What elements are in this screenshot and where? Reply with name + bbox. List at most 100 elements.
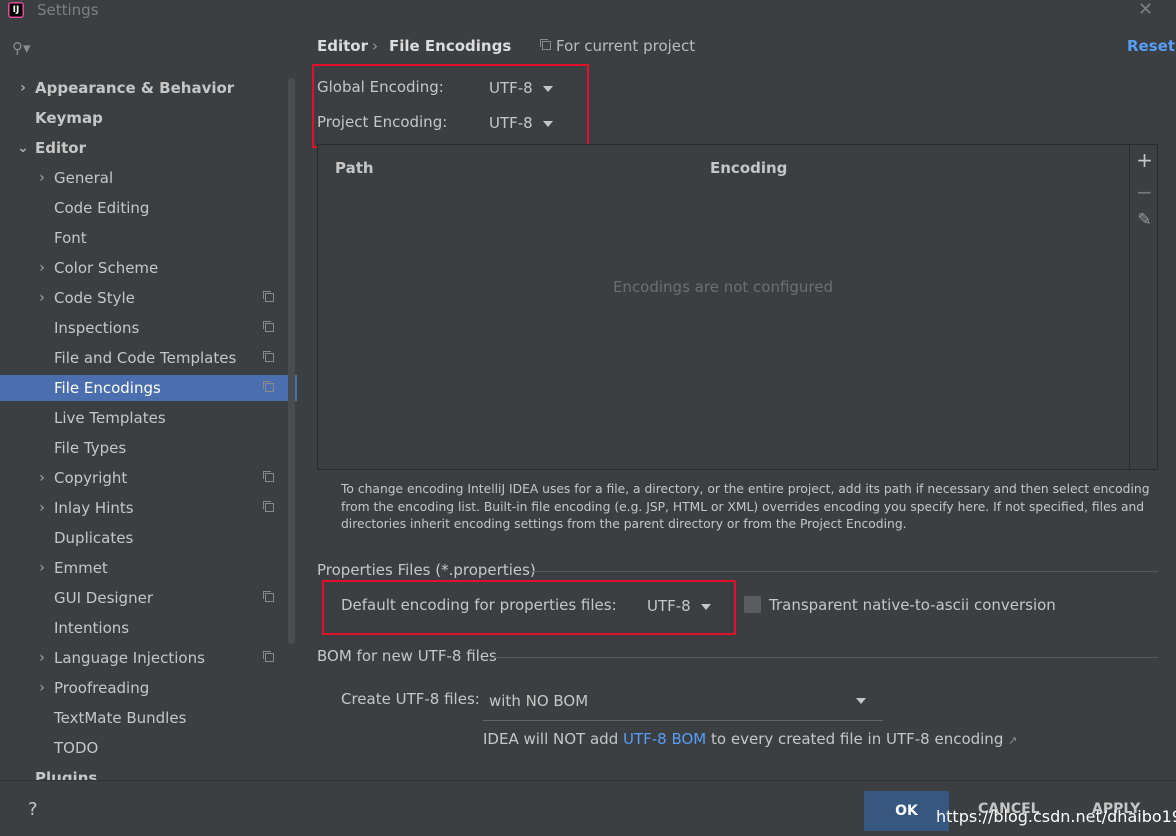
encoding-help-text: To change encoding IntelliJ IDEA uses fo… bbox=[341, 482, 1150, 531]
chevron-down-icon bbox=[700, 603, 711, 610]
title-bar: IJ Settings ✕ bbox=[0, 0, 1176, 22]
sidebar-item-intentions[interactable]: Intentions bbox=[0, 615, 297, 641]
project-encoding-dropdown[interactable]: UTF-8 bbox=[489, 114, 553, 132]
sidebar-item-file-types[interactable]: File Types bbox=[0, 435, 297, 461]
sidebar-item-plugins[interactable]: Plugins bbox=[0, 765, 297, 780]
sidebar-item-proofreading[interactable]: › Proofreading bbox=[0, 675, 297, 701]
bom-group-title: BOM for new UTF-8 files bbox=[317, 647, 497, 665]
transparent-conversion-checkbox[interactable] bbox=[744, 596, 761, 613]
add-icon[interactable]: + bbox=[1130, 148, 1159, 172]
sidebar-item-appearance-and-behavior[interactable]: › Appearance & Behavior bbox=[0, 75, 297, 101]
chevron-right-icon[interactable]: › bbox=[35, 165, 49, 191]
sidebar-item-label: GUI Designer bbox=[54, 589, 153, 607]
column-header-encoding[interactable]: Encoding bbox=[710, 159, 787, 177]
search-input[interactable]: ⚲▾ bbox=[0, 36, 297, 62]
chevron-right-icon[interactable]: › bbox=[35, 645, 49, 671]
column-header-path[interactable]: Path bbox=[335, 159, 374, 177]
sidebar-item-label: Code Style bbox=[54, 289, 135, 307]
project-scope-icon bbox=[263, 291, 274, 302]
sidebar-item-code-style[interactable]: › Code Style bbox=[0, 285, 297, 311]
sidebar-item-label: Proofreading bbox=[54, 679, 150, 697]
scope-label: For current project bbox=[556, 37, 696, 55]
sidebar-item-label: Duplicates bbox=[54, 529, 134, 547]
properties-group-title: Properties Files (*.properties) bbox=[317, 561, 536, 579]
group-divider bbox=[493, 657, 1158, 658]
sidebar-item-label: Plugins bbox=[35, 769, 98, 780]
sidebar-item-editor[interactable]: ⌄ Editor bbox=[0, 135, 297, 161]
sidebar-item-label: Appearance & Behavior bbox=[35, 79, 235, 97]
project-scope-icon bbox=[263, 651, 274, 662]
sidebar-item-label: Copyright bbox=[54, 469, 128, 487]
create-utf8-dropdown[interactable]: with NO BOM bbox=[483, 686, 883, 721]
project-scope-icon bbox=[263, 351, 274, 362]
close-icon[interactable]: ✕ bbox=[1138, 0, 1153, 20]
create-utf8-value: with NO BOM bbox=[489, 692, 589, 710]
bom-note-before: IDEA will NOT add bbox=[483, 730, 623, 748]
sidebar-item-general[interactable]: › General bbox=[0, 165, 297, 191]
sidebar-item-keymap[interactable]: Keymap bbox=[0, 105, 297, 131]
chevron-down-icon[interactable]: ⌄ bbox=[16, 135, 30, 161]
chevron-down-icon bbox=[542, 120, 553, 127]
sidebar-scrollbar[interactable] bbox=[288, 78, 295, 644]
chevron-right-icon[interactable]: › bbox=[35, 285, 49, 311]
chevron-down-icon bbox=[856, 698, 866, 704]
sidebar-item-gui-designer[interactable]: GUI Designer bbox=[0, 585, 297, 611]
sidebar-item-file-encodings[interactable]: File Encodings bbox=[0, 375, 297, 401]
sidebar-item-font[interactable]: Font bbox=[0, 225, 297, 251]
sidebar-item-live-templates[interactable]: Live Templates bbox=[0, 405, 297, 431]
breadcrumb-current: File Encodings bbox=[389, 37, 512, 55]
chevron-right-icon[interactable]: › bbox=[35, 465, 49, 491]
chevron-right-icon[interactable]: › bbox=[16, 75, 30, 101]
sidebar-item-file-and-code-templates[interactable]: File and Code Templates bbox=[0, 345, 297, 371]
sidebar-item-duplicates[interactable]: Duplicates bbox=[0, 525, 297, 551]
sidebar-item-textmate-bundles[interactable]: TextMate Bundles bbox=[0, 705, 297, 731]
project-scope-icon bbox=[263, 321, 274, 332]
sidebar-item-inspections[interactable]: Inspections bbox=[0, 315, 297, 341]
sidebar-item-color-scheme[interactable]: › Color Scheme bbox=[0, 255, 297, 281]
help-button[interactable]: ? bbox=[28, 799, 38, 820]
encodings-table[interactable]: Path Encoding Encodings are not configur… bbox=[317, 144, 1158, 470]
sidebar-item-code-editing[interactable]: Code Editing bbox=[0, 195, 297, 221]
dialog-button-bar: ? OK CANCEL APPLY https://blog.csdn.net/… bbox=[0, 780, 1176, 836]
sidebar-item-label: Intentions bbox=[54, 619, 130, 637]
bom-note-after: to every created file in UTF-8 encoding bbox=[706, 730, 1004, 748]
chevron-down-icon bbox=[542, 85, 553, 92]
chevron-right-icon[interactable]: › bbox=[35, 495, 49, 521]
project-scope-icon bbox=[540, 39, 551, 50]
sidebar-item-copyright[interactable]: › Copyright bbox=[0, 465, 297, 491]
edit-icon[interactable]: ✎ bbox=[1130, 210, 1159, 230]
table-toolbar: + − ✎ bbox=[1129, 144, 1159, 470]
transparent-conversion-label[interactable]: Transparent native-to-ascii conversion bbox=[769, 596, 1056, 614]
group-divider bbox=[530, 571, 1158, 572]
sidebar-item-todo[interactable]: TODO bbox=[0, 735, 297, 761]
global-encoding-dropdown[interactable]: UTF-8 bbox=[489, 79, 553, 97]
sidebar-item-label: File and Code Templates bbox=[54, 349, 237, 367]
empty-table-text: Encodings are not configured bbox=[612, 278, 834, 296]
project-scope-icon bbox=[263, 591, 274, 602]
external-link-icon: ↗ bbox=[1008, 734, 1018, 747]
sidebar-item-label: Editor bbox=[35, 139, 86, 157]
project-scope-icon bbox=[263, 471, 274, 482]
default-properties-encoding-dropdown[interactable]: UTF-8 bbox=[647, 597, 711, 615]
chevron-right-icon[interactable]: › bbox=[35, 675, 49, 701]
sidebar-item-label: General bbox=[54, 169, 114, 187]
sidebar-item-label: Language Injections bbox=[54, 649, 205, 667]
sidebar-item-label: Inspections bbox=[54, 319, 140, 337]
project-scope-icon bbox=[263, 501, 274, 512]
chevron-right-icon[interactable]: › bbox=[35, 555, 49, 581]
chevron-right-icon[interactable]: › bbox=[35, 255, 49, 281]
utf8-bom-link[interactable]: UTF-8 BOM bbox=[623, 730, 706, 748]
sidebar-item-label: Live Templates bbox=[54, 409, 166, 427]
sidebar-item-label: TODO bbox=[54, 739, 99, 757]
project-encoding-value: UTF-8 bbox=[489, 114, 533, 132]
sidebar-item-language-injections[interactable]: › Language Injections bbox=[0, 645, 297, 671]
sidebar-item-label: Inlay Hints bbox=[54, 499, 134, 517]
sidebar-item-emmet[interactable]: › Emmet bbox=[0, 555, 297, 581]
global-encoding-value: UTF-8 bbox=[489, 79, 533, 97]
remove-icon[interactable]: − bbox=[1130, 180, 1159, 204]
reset-link[interactable]: Reset bbox=[1127, 37, 1175, 55]
watermark-text: https://blog.csdn.net/dhaibo1986 bbox=[936, 807, 1176, 826]
breadcrumb-parent[interactable]: Editor bbox=[317, 37, 368, 55]
sidebar-item-inlay-hints[interactable]: › Inlay Hints bbox=[0, 495, 297, 521]
bom-note: IDEA will NOT add UTF-8 BOM to every cre… bbox=[483, 730, 1017, 748]
